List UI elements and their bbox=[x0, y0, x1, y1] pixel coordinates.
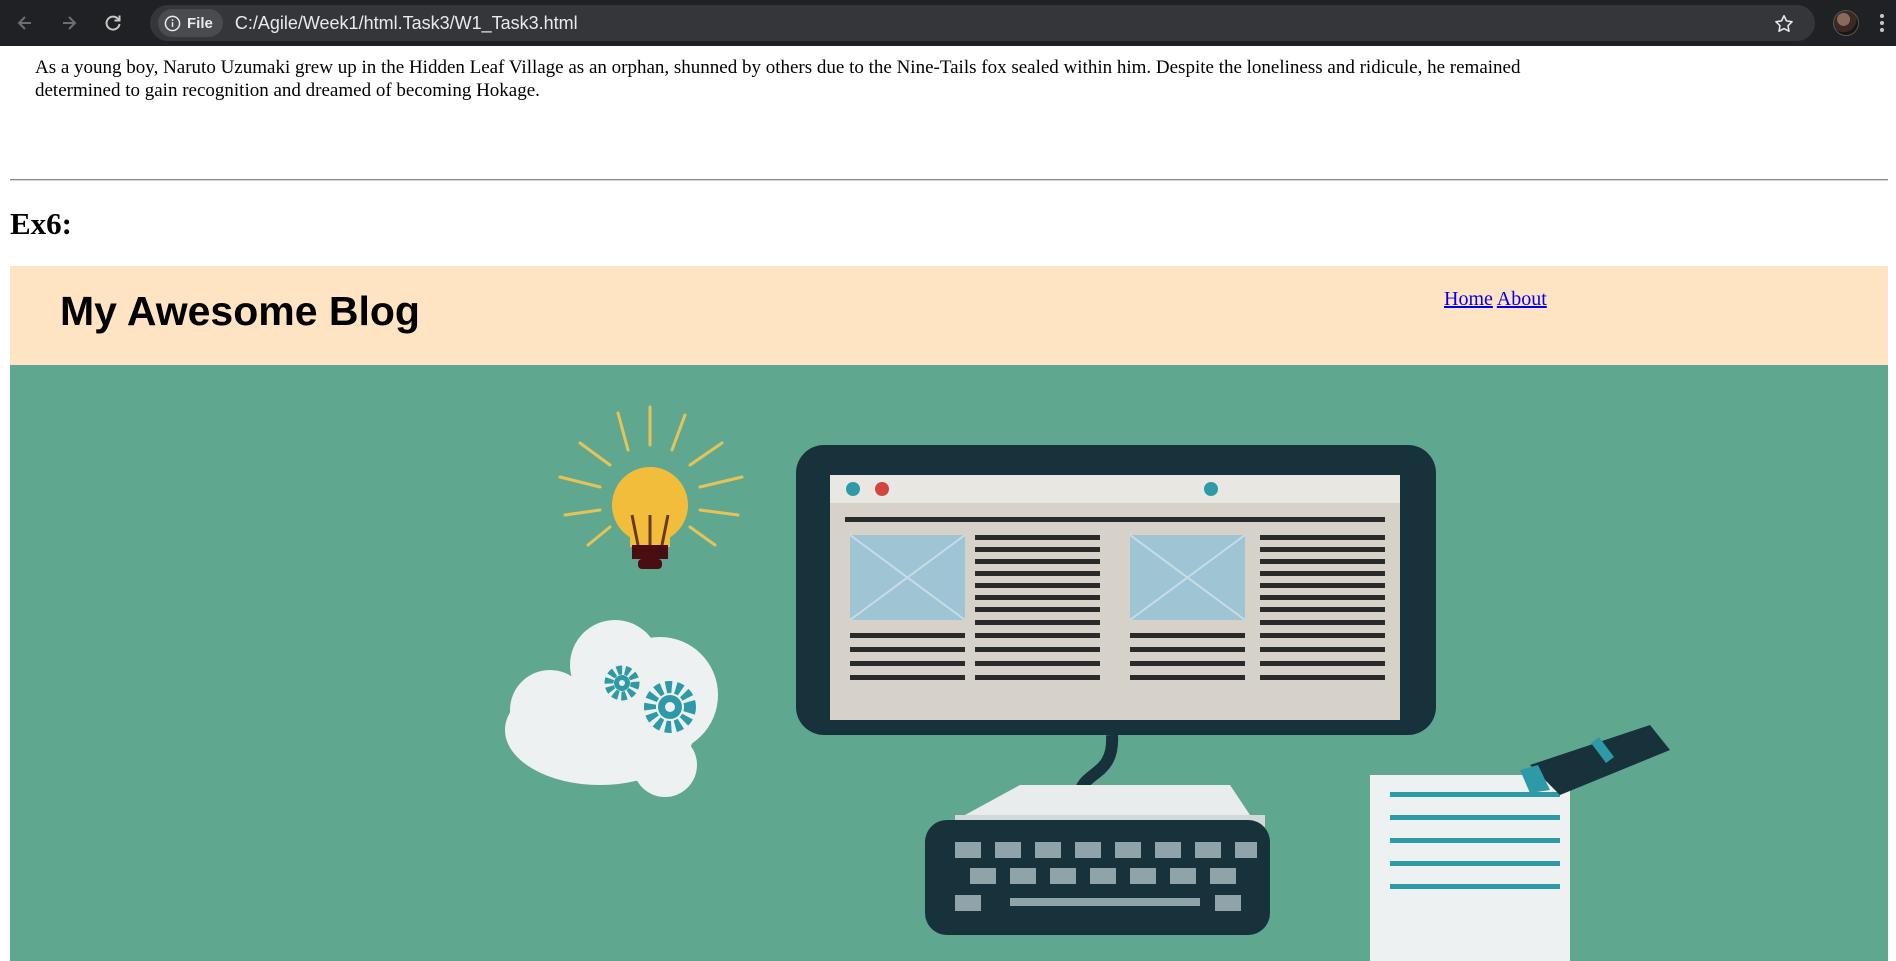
nav-link-about[interactable]: About bbox=[1497, 288, 1547, 310]
back-button[interactable] bbox=[8, 6, 42, 40]
nav-link-home[interactable]: Home bbox=[1444, 288, 1493, 310]
forward-button[interactable] bbox=[52, 6, 86, 40]
document-pen-icon bbox=[1370, 725, 1670, 961]
story-paragraph: As a young boy, Naruto Uzumaki grew up i… bbox=[35, 57, 1521, 101]
bookmark-button[interactable] bbox=[1768, 8, 1800, 40]
forward-arrow-icon bbox=[63, 16, 77, 30]
reload-icon bbox=[105, 15, 121, 31]
blog-nav: Home About bbox=[1444, 288, 1547, 311]
profile-avatar[interactable] bbox=[1833, 10, 1859, 36]
browser-toolbar: File C:/Agile/Week1/html.Task3/W1_Task3.… bbox=[0, 0, 1896, 46]
computer-illustration bbox=[505, 405, 1670, 961]
more-menu-icon[interactable] bbox=[1872, 10, 1892, 36]
reload-button[interactable] bbox=[96, 6, 130, 40]
keyboard-icon bbox=[925, 820, 1270, 935]
blog-header: My Awesome Blog Home About bbox=[10, 266, 1888, 365]
section-heading: Ex6: bbox=[10, 206, 72, 241]
cloud-gear-icon bbox=[505, 620, 718, 797]
info-icon bbox=[164, 15, 181, 31]
page-content: As a young boy, Naruto Uzumaki grew up i… bbox=[0, 46, 1896, 961]
star-icon bbox=[1775, 14, 1793, 33]
horizontal-rule bbox=[10, 179, 1888, 181]
site-info-chip[interactable]: File bbox=[158, 9, 223, 37]
site-chip-label: File bbox=[187, 14, 213, 32]
address-bar[interactable]: File C:/Agile/Week1/html.Task3/W1_Task3.… bbox=[150, 5, 1815, 41]
hero-banner-image bbox=[10, 365, 1888, 961]
lightbulb-icon bbox=[558, 405, 744, 569]
back-arrow-icon bbox=[17, 16, 31, 30]
blog-title: My Awesome Blog bbox=[60, 288, 420, 334]
url-text[interactable]: C:/Agile/Week1/html.Task3/W1_Task3.html bbox=[235, 13, 578, 34]
monitor-icon bbox=[796, 445, 1436, 830]
